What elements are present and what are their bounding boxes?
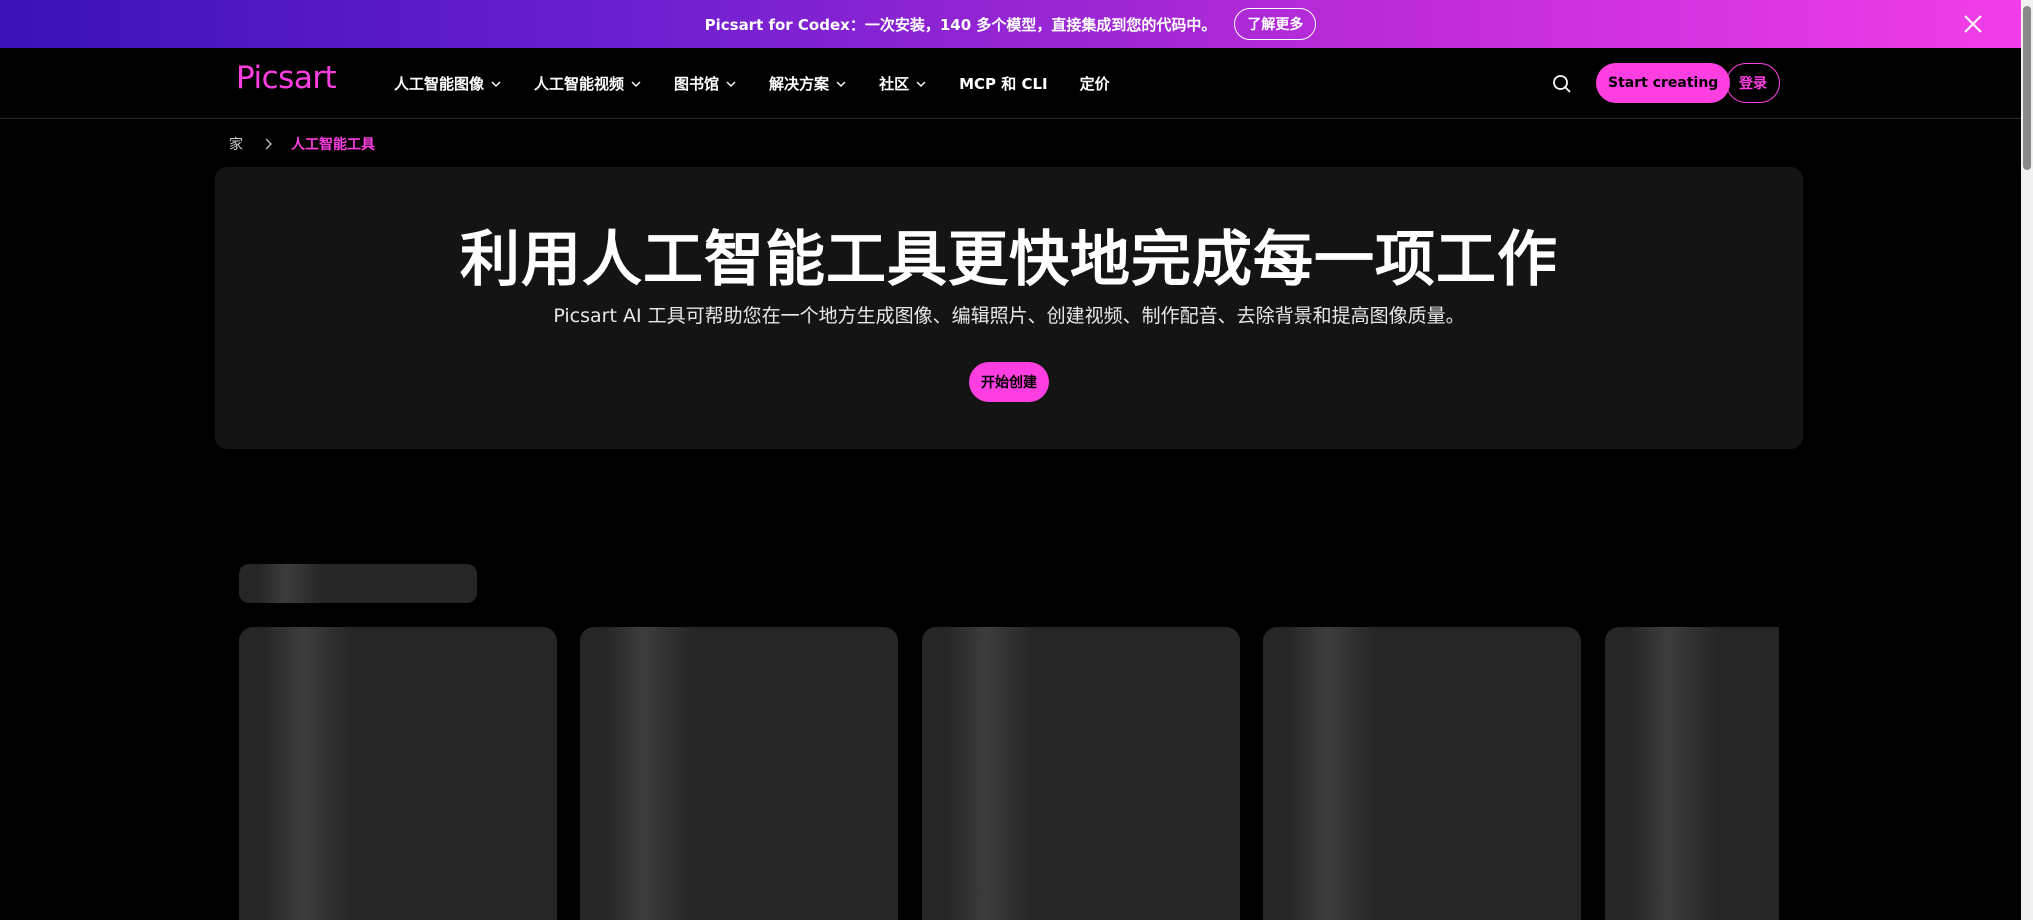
nav-item-label: 图书馆 bbox=[674, 75, 720, 93]
skeleton-card bbox=[239, 627, 557, 920]
skeleton-heading bbox=[239, 564, 477, 603]
skeleton-card bbox=[1605, 627, 1779, 920]
chevron-down-icon bbox=[491, 81, 501, 87]
nav-item-ai-video[interactable]: 人工智能视频 bbox=[534, 73, 642, 94]
nav-item-community[interactable]: 社区 bbox=[879, 73, 927, 94]
nav-item-ai-image[interactable]: 人工智能图像 bbox=[394, 73, 502, 94]
main-nav: Picsart 人工智能图像 人工智能视频 图书馆 解决方案 社区 MCP 和 … bbox=[0, 48, 2021, 119]
search-icon[interactable] bbox=[1550, 72, 1574, 96]
page-scrollbar[interactable] bbox=[2021, 0, 2033, 920]
nav-item-label: 定价 bbox=[1079, 75, 1110, 93]
breadcrumb-home[interactable]: 家 bbox=[229, 134, 243, 154]
scrollbar-thumb[interactable] bbox=[2023, 6, 2031, 170]
nav-item-solutions[interactable]: 解决方案 bbox=[769, 73, 847, 94]
skeleton-card bbox=[580, 627, 898, 920]
nav-item-label: 人工智能图像 bbox=[394, 75, 485, 93]
close-icon[interactable] bbox=[1961, 12, 1985, 36]
nav-item-pricing[interactable]: 定价 bbox=[1080, 73, 1110, 94]
hero-section: 利用人工智能工具更快地完成每一项工作 Picsart AI 工具可帮助您在一个地… bbox=[215, 167, 1803, 449]
breadcrumb: 家 人工智能工具 bbox=[229, 132, 375, 156]
nav-item-label: 社区 bbox=[879, 75, 910, 93]
skeleton-card bbox=[922, 627, 1240, 920]
nav-item-label: MCP 和 CLI bbox=[959, 75, 1048, 93]
picsart-logo[interactable]: Picsart bbox=[236, 60, 337, 96]
page-title: 利用人工智能工具更快地完成每一项工作 bbox=[460, 225, 1558, 295]
skeleton-card-row bbox=[239, 627, 1779, 920]
nav-item-mcp-cli[interactable]: MCP 和 CLI bbox=[959, 73, 1048, 94]
nav-item-label: 解决方案 bbox=[769, 75, 830, 93]
start-create-button[interactable]: 开始创建 bbox=[969, 362, 1049, 402]
learn-more-button[interactable]: 了解更多 bbox=[1234, 8, 1317, 40]
nav-item-label: 人工智能视频 bbox=[534, 75, 625, 93]
skeleton-card bbox=[1263, 627, 1581, 920]
chevron-down-icon bbox=[916, 81, 926, 87]
start-creating-button[interactable]: Start creating bbox=[1596, 63, 1731, 103]
chevron-down-icon bbox=[836, 81, 846, 87]
login-button[interactable]: 登录 bbox=[1726, 63, 1780, 103]
chevron-down-icon bbox=[631, 81, 641, 87]
promo-banner: Picsart for Codex：一次安装，140 多个模型，直接集成到您的代… bbox=[0, 0, 2021, 48]
nav-menu: 人工智能图像 人工智能视频 图书馆 解决方案 社区 MCP 和 CLI 定价 bbox=[394, 48, 1142, 119]
breadcrumb-current: 人工智能工具 bbox=[291, 137, 375, 153]
chevron-right-icon bbox=[265, 138, 272, 150]
hero-subtitle: Picsart AI 工具可帮助您在一个地方生成图像、编辑照片、创建视频、制作配… bbox=[553, 305, 1465, 327]
promo-text: Picsart for Codex：一次安装，140 多个模型，直接集成到您的代… bbox=[704, 15, 1217, 34]
chevron-down-icon bbox=[726, 81, 736, 87]
nav-item-library[interactable]: 图书馆 bbox=[674, 73, 737, 94]
